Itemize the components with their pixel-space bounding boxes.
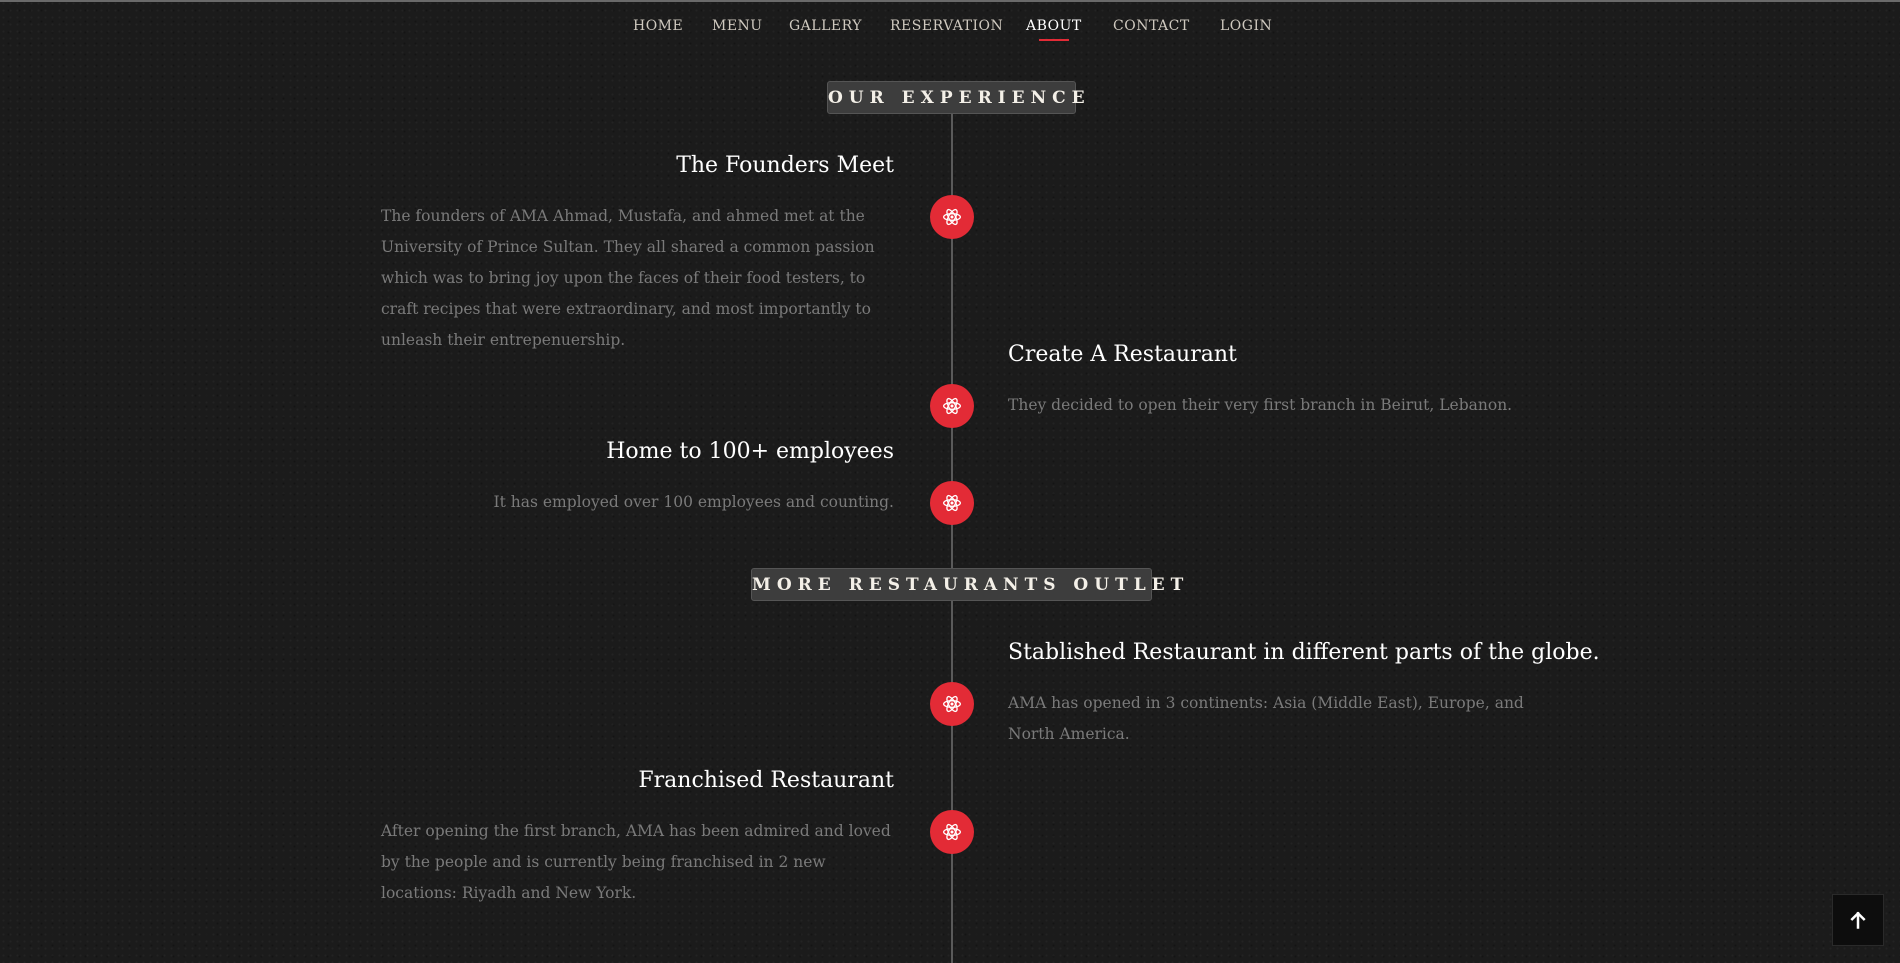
timeline-title-franchised: Franchised Restaurant [638, 768, 894, 793]
timeline-text-franchised: After opening the first branch, AMA has … [381, 822, 891, 902]
scroll-top-button[interactable] [1832, 894, 1884, 946]
timeline-marker [930, 682, 974, 726]
timeline-marker [930, 481, 974, 525]
nav-contact[interactable]: CONTACT [1113, 18, 1190, 34]
atom-icon [943, 494, 961, 512]
timeline-title-employees: Home to 100+ employees [606, 439, 894, 464]
timeline-title-global: Stablished Restaurant in different parts… [1008, 640, 1600, 665]
timeline-title-founders: The Founders Meet [676, 153, 894, 178]
timeline-marker [930, 195, 974, 239]
timeline-marker [930, 384, 974, 428]
arrow-up-icon [1850, 911, 1866, 929]
atom-icon [943, 695, 961, 713]
timeline-text-global: AMA has opened in 3 continents: Asia (Mi… [1008, 694, 1524, 743]
main-nav: HOME MENU GALLERY RESERVATION ABOUT CONT… [0, 14, 1900, 44]
nav-gallery[interactable]: GALLERY [789, 18, 862, 34]
timeline-marker [930, 810, 974, 854]
nav-menu[interactable]: MENU [712, 18, 763, 34]
nav-home[interactable]: HOME [633, 18, 683, 34]
nav-reservation[interactable]: RESERVATION [890, 18, 1003, 34]
top-border [0, 0, 1900, 2]
timeline-title-restaurant: Create A Restaurant [1008, 342, 1237, 367]
atom-icon [943, 208, 961, 226]
timeline-text-restaurant: They decided to open their very first br… [1008, 396, 1513, 414]
section-label-experience: OUR EXPERIENCE [827, 81, 1085, 114]
atom-icon [943, 397, 961, 415]
timeline-text-founders: The founders of AMA Ahmad, Mustafa, and … [381, 207, 875, 349]
nav-login[interactable]: LOGIN [1220, 18, 1272, 34]
section-label-outlets: MORE RESTAURANTS OUTLET [751, 568, 1183, 601]
timeline-text-employees: It has employed over 100 employees and c… [493, 493, 895, 511]
nav-about[interactable]: ABOUT [1026, 18, 1082, 34]
atom-icon [943, 823, 961, 841]
